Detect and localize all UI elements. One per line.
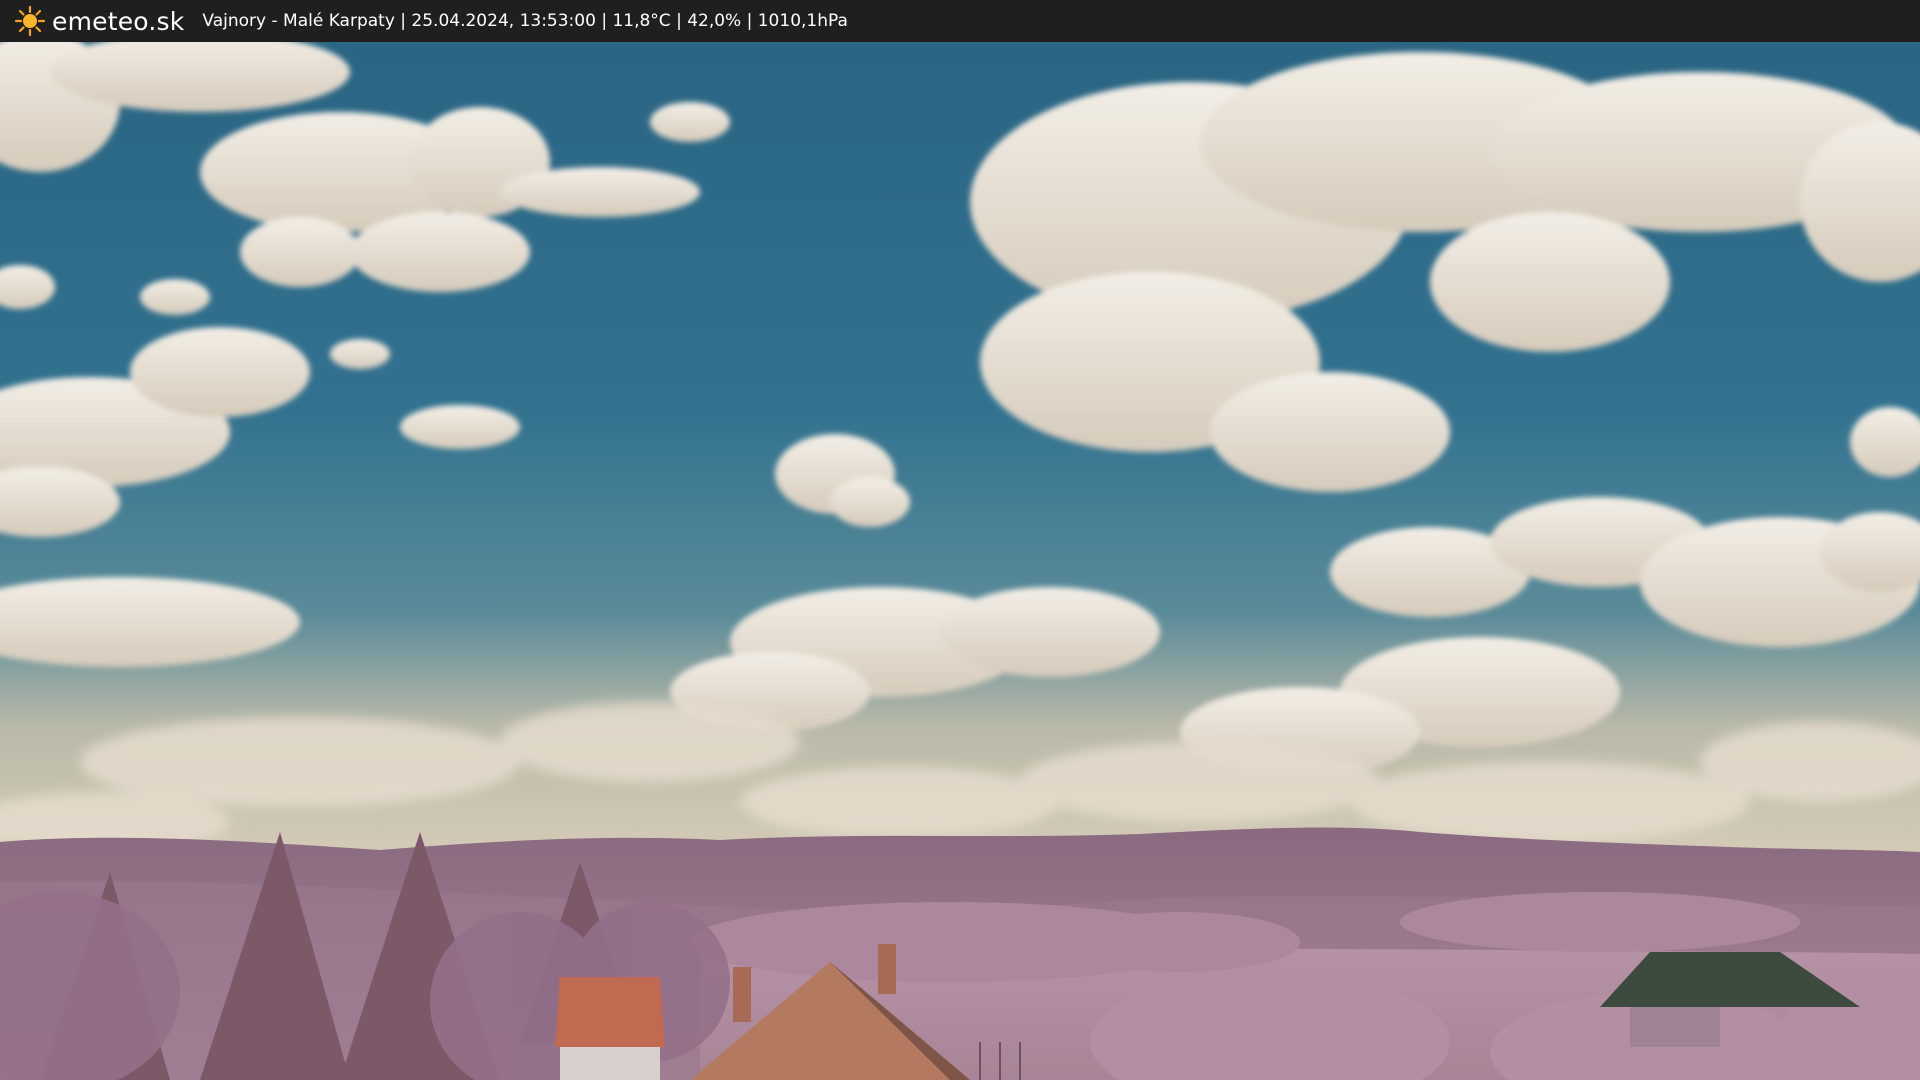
brand-name: emeteo.sk [52,6,185,36]
sun-icon [14,5,46,37]
webcam-frame: emeteo.sk Vajnory - Malé Karpaty | 25.04… [0,0,1920,1080]
webcam-image [0,42,1920,1080]
landscape-scene [0,42,1920,1080]
webcam-caption: Vajnory - Malé Karpaty | 25.04.2024, 13:… [202,11,848,31]
logo[interactable]: emeteo.sk [14,0,184,42]
house-left [555,977,665,1080]
header-bar: emeteo.sk Vajnory - Malé Karpaty | 25.04… [0,0,1920,42]
